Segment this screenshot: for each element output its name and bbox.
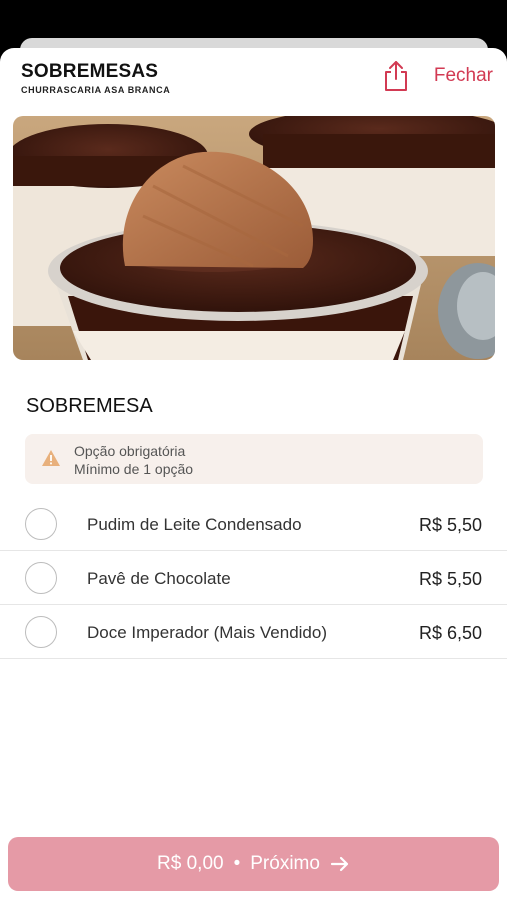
order-total: R$ 0,00 [157, 853, 224, 874]
option-item-doce-imperador[interactable]: Doce Imperador (Mais Vendido) R$ 6,50 [0, 605, 507, 659]
option-name: Doce Imperador (Mais Vendido) [87, 623, 328, 642]
radio-button[interactable] [25, 562, 57, 594]
radio-button[interactable] [25, 616, 57, 648]
modal-header: SOBREMESAS CHURRASCARIA ASA BRANCA Fecha… [0, 48, 507, 110]
page-title: SOBREMESAS [21, 61, 159, 82]
required-notice: Opção obrigatória Mínimo de 1 opção [25, 434, 483, 484]
next-label: Próximo [250, 853, 320, 874]
option-price: R$ 5,50 [418, 569, 482, 589]
radio-button[interactable] [25, 508, 57, 540]
option-item-pudim[interactable]: Pudim de Leite Condensado R$ 5,50 [0, 497, 507, 551]
close-button[interactable]: Fechar [434, 65, 493, 87]
warning-icon [42, 450, 60, 466]
share-icon [385, 61, 407, 91]
section-title: SOBREMESA [26, 395, 153, 417]
notice-required-text: Opção obrigatória [74, 443, 186, 459]
notice-minimum-text: Mínimo de 1 opção [74, 461, 194, 477]
next-button[interactable]: R$ 0,00 • Próximo [8, 837, 499, 891]
modal-sheet: SOBREMESAS CHURRASCARIA ASA BRANCA Fecha… [0, 48, 507, 900]
option-item-pave[interactable]: Pavê de Chocolate R$ 5,50 [0, 551, 507, 605]
option-name: Pavê de Chocolate [87, 569, 231, 588]
separator-dot: • [233, 853, 241, 874]
option-list: Pudim de Leite Condensado R$ 5,50 Pavê d… [0, 497, 507, 659]
restaurant-name: CHURRASCARIA ASA BRANCA [21, 85, 171, 95]
option-price: R$ 5,50 [418, 515, 482, 535]
share-button[interactable] [380, 58, 412, 94]
dessert-photo [13, 116, 495, 360]
option-name: Pudim de Leite Condensado [87, 515, 302, 534]
arrow-right-icon [330, 856, 349, 872]
option-price: R$ 6,50 [418, 623, 482, 643]
